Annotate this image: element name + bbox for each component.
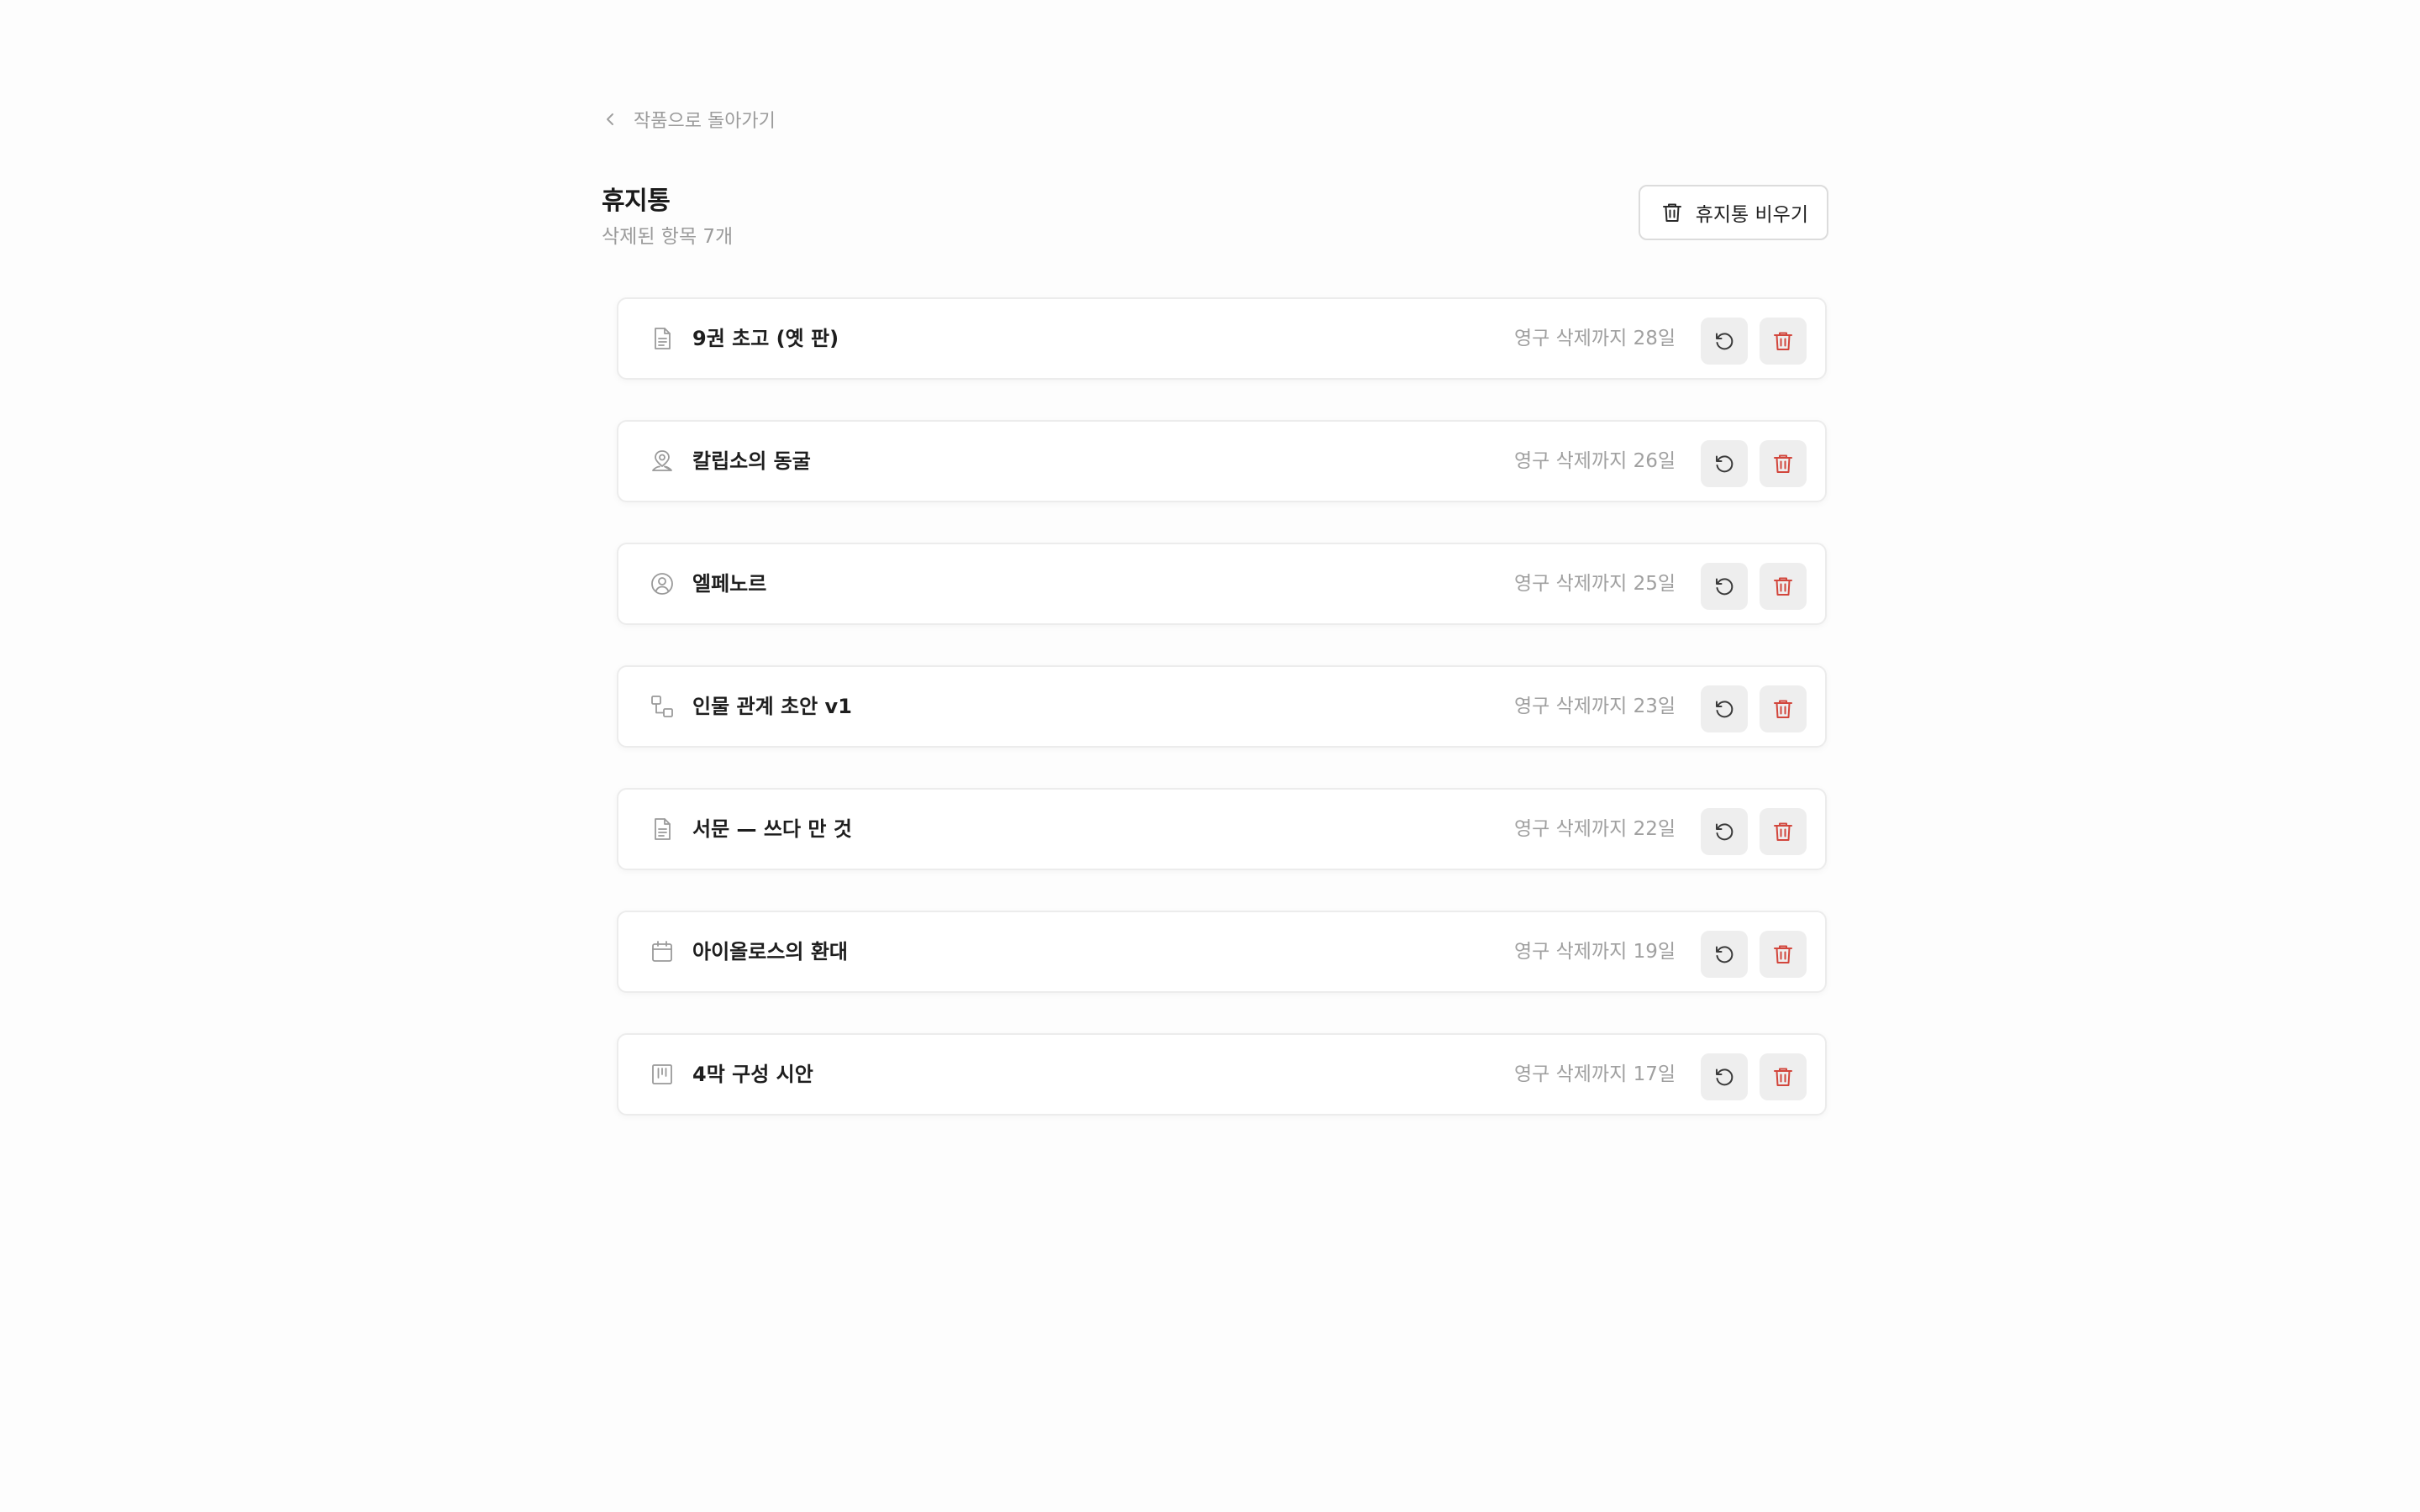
empty-trash-label: 휴지통 비우기 — [1695, 204, 1808, 226]
trash-icon — [1660, 201, 1684, 224]
delete-forever-button[interactable] — [1760, 808, 1807, 855]
restore-button[interactable] — [1701, 685, 1748, 732]
restore-icon — [1716, 946, 1733, 963]
item-remaining-days: 영구 삭제까지 23일 — [1513, 696, 1676, 717]
delete-forever-button[interactable] — [1760, 440, 1807, 487]
trash-icon — [1774, 822, 1792, 841]
relationship-diagram-icon — [649, 693, 676, 720]
restore-icon — [1716, 823, 1733, 841]
item-name: 인물 관계 초안 v1 — [692, 695, 852, 718]
item-remaining-days: 영구 삭제까지 28일 — [1513, 328, 1676, 349]
empty-trash-button[interactable]: 휴지통 비우기 — [1638, 185, 1828, 240]
restore-icon — [1716, 455, 1733, 473]
trash-item: 인물 관계 초안 v1 영구 삭제까지 23일 — [617, 665, 1827, 748]
item-remaining-days: 영구 삭제까지 17일 — [1513, 1063, 1676, 1085]
item-name: 칼립소의 동굴 — [692, 449, 811, 473]
item-remaining-days: 영구 삭제까지 26일 — [1513, 450, 1676, 472]
delete-forever-button[interactable] — [1760, 563, 1807, 610]
trash-item: 9권 초고 (옛 판) 영구 삭제까지 28일 — [617, 297, 1827, 380]
trash-item: 아이올로스의 환대 영구 삭제까지 19일 — [617, 911, 1827, 993]
restore-button[interactable] — [1701, 1053, 1748, 1100]
item-name: 아이올로스의 환대 — [692, 940, 848, 963]
user-circle-icon — [649, 570, 676, 597]
restore-button[interactable] — [1701, 563, 1748, 610]
location-pin-icon — [649, 448, 676, 475]
calendar-icon — [649, 938, 676, 965]
board-columns-icon — [649, 1061, 676, 1088]
restore-button[interactable] — [1701, 808, 1748, 855]
restore-button[interactable] — [1701, 931, 1748, 978]
trash-item: 4막 구성 시안 영구 삭제까지 17일 — [617, 1033, 1827, 1116]
delete-forever-button[interactable] — [1760, 1053, 1807, 1100]
deleted-count: 삭제된 항목 7개 — [602, 226, 734, 248]
restore-icon — [1716, 1068, 1733, 1086]
trash-icon — [1774, 577, 1792, 596]
trash-icon — [1774, 945, 1792, 963]
restore-icon — [1716, 701, 1733, 718]
item-name: 엘페노르 — [692, 572, 767, 596]
back-link-label: 작품으로 돌아가기 — [634, 111, 776, 132]
trash-icon — [1774, 332, 1792, 350]
page-title: 휴지통 — [602, 186, 671, 216]
trash-list: 9권 초고 (옛 판) 영구 삭제까지 28일 칼립소의 동굴 영구 삭제까지 … — [617, 297, 1827, 1156]
chevron-left-icon — [602, 111, 618, 128]
trash-icon — [1774, 454, 1792, 473]
delete-forever-button[interactable] — [1760, 318, 1807, 365]
delete-forever-button[interactable] — [1760, 931, 1807, 978]
item-remaining-days: 영구 삭제까지 25일 — [1513, 573, 1676, 595]
item-remaining-days: 영구 삭제까지 22일 — [1513, 818, 1676, 840]
trash-item: 엘페노르 영구 삭제까지 25일 — [617, 543, 1827, 625]
trash-item: 칼립소의 동굴 영구 삭제까지 26일 — [617, 420, 1827, 502]
item-name: 서문 — 쓰다 만 것 — [692, 817, 852, 841]
item-remaining-days: 영구 삭제까지 19일 — [1513, 941, 1676, 963]
trash-item: 서문 — 쓰다 만 것 영구 삭제까지 22일 — [617, 788, 1827, 870]
restore-button[interactable] — [1701, 440, 1748, 487]
item-name: 9권 초고 (옛 판) — [692, 327, 839, 350]
trash-icon — [1774, 1068, 1792, 1086]
delete-forever-button[interactable] — [1760, 685, 1807, 732]
document-icon — [649, 816, 676, 843]
item-name: 4막 구성 시안 — [692, 1063, 813, 1086]
restore-icon — [1716, 578, 1733, 596]
restore-icon — [1716, 333, 1733, 350]
trash-icon — [1774, 700, 1792, 718]
back-to-works-link[interactable]: 작품으로 돌아가기 — [602, 102, 776, 136]
restore-button[interactable] — [1701, 318, 1748, 365]
page-header: 휴지통 삭제된 항목 7개 휴지통 비우기 — [602, 180, 1828, 248]
document-icon — [649, 325, 676, 352]
